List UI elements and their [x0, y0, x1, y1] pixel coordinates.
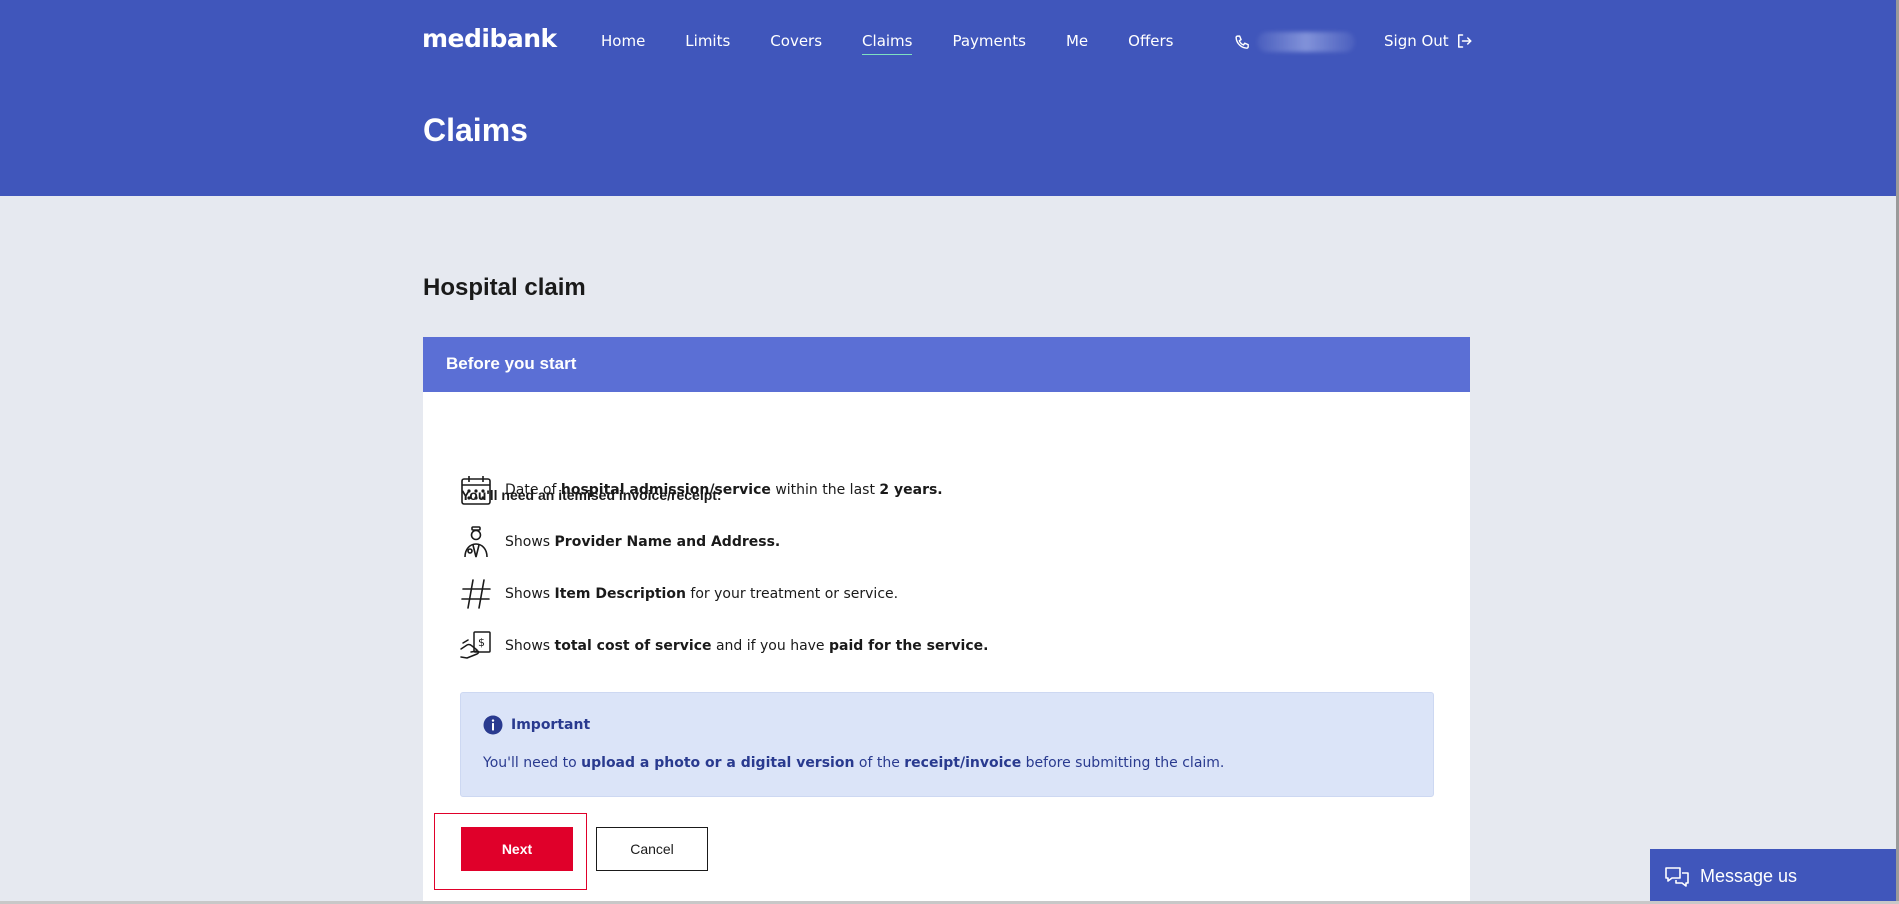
requirement-row-provider: Shows Provider Name and Address.	[459, 525, 780, 559]
nav-offers[interactable]: Offers	[1128, 32, 1173, 55]
phone-icon	[1235, 34, 1249, 49]
emphasis-text: Provider Name and Address.	[554, 534, 781, 550]
nav-claims[interactable]: Claims	[862, 32, 913, 55]
nav-limits[interactable]: Limits	[685, 32, 730, 55]
emphasis-text: upload a photo or a digital version	[581, 755, 855, 771]
emphasis-text: 2 years.	[879, 482, 943, 498]
emphasis-text: total cost of service	[554, 638, 712, 654]
plain-text: and if you have	[711, 638, 829, 654]
payment-hand-icon: $	[460, 631, 491, 659]
emphasis-text: hospital admission/service	[560, 482, 771, 498]
calendar-icon	[461, 476, 491, 505]
nav-payments[interactable]: Payments	[952, 32, 1025, 55]
requirement-text: Date of hospital admission/service withi…	[505, 482, 943, 498]
emphasis-text: paid for the service.	[829, 638, 989, 654]
requirement-row-date: Date of hospital admission/service withi…	[459, 473, 943, 507]
requirement-text: Shows Provider Name and Address.	[505, 534, 780, 550]
emphasis-text: receipt/invoice	[904, 755, 1022, 771]
plain-text: of the	[854, 755, 905, 771]
requirement-text: Shows total cost of service and if you h…	[505, 638, 988, 654]
emphasis-text: Item Description	[554, 586, 686, 602]
message-us-button[interactable]: Message us	[1650, 849, 1896, 904]
hash-icon	[461, 579, 491, 609]
requirement-row-description: Shows Item Description for your treatmen…	[459, 577, 898, 611]
svg-text:$: $	[478, 636, 485, 649]
sign-out-icon	[1457, 34, 1472, 48]
phone-number-blurred	[1257, 32, 1355, 52]
provider-icon	[464, 526, 488, 558]
important-notice: Important You'll need to upload a photo …	[460, 692, 1434, 797]
important-text: You'll need to upload a photo or a digit…	[483, 755, 1224, 771]
plain-text: before submitting the claim.	[1021, 755, 1225, 771]
plain-text: Shows	[505, 534, 555, 550]
important-title: Important	[483, 715, 590, 735]
card-header: Before you start	[423, 337, 1470, 392]
top-header: medibank Home Limits Covers Claims Payme…	[0, 0, 1896, 196]
plain-text: Shows	[505, 586, 555, 602]
chat-bubbles-icon	[1665, 866, 1689, 887]
plain-text: Shows	[505, 638, 555, 654]
nav-me[interactable]: Me	[1066, 32, 1088, 55]
requirement-row-cost: $ Shows total cost of service and if you…	[459, 629, 988, 663]
plain-text: within the last	[770, 482, 880, 498]
important-label: Important	[511, 717, 591, 733]
nav-home[interactable]: Home	[601, 32, 645, 55]
medibank-logo[interactable]: medibank	[422, 24, 557, 53]
plain-text: You'll need to	[483, 755, 582, 771]
info-icon	[483, 715, 503, 735]
main-nav: Home Limits Covers Claims Payments Me Of…	[601, 32, 1214, 55]
page-title: Claims	[423, 112, 528, 148]
next-button[interactable]: Next	[461, 827, 573, 871]
phone-contact[interactable]	[1234, 32, 1355, 52]
message-us-label: Message us	[1700, 866, 1798, 886]
nav-covers[interactable]: Covers	[770, 32, 822, 55]
plain-text: Date of	[505, 482, 561, 498]
cancel-button[interactable]: Cancel	[596, 827, 708, 871]
sign-out-label: Sign Out	[1384, 32, 1449, 50]
requirement-text: Shows Item Description for your treatmen…	[505, 586, 898, 602]
plain-text: for your treatment or service.	[685, 586, 899, 602]
section-title: Hospital claim	[423, 274, 586, 301]
sign-out-link[interactable]: Sign Out	[1384, 32, 1473, 50]
